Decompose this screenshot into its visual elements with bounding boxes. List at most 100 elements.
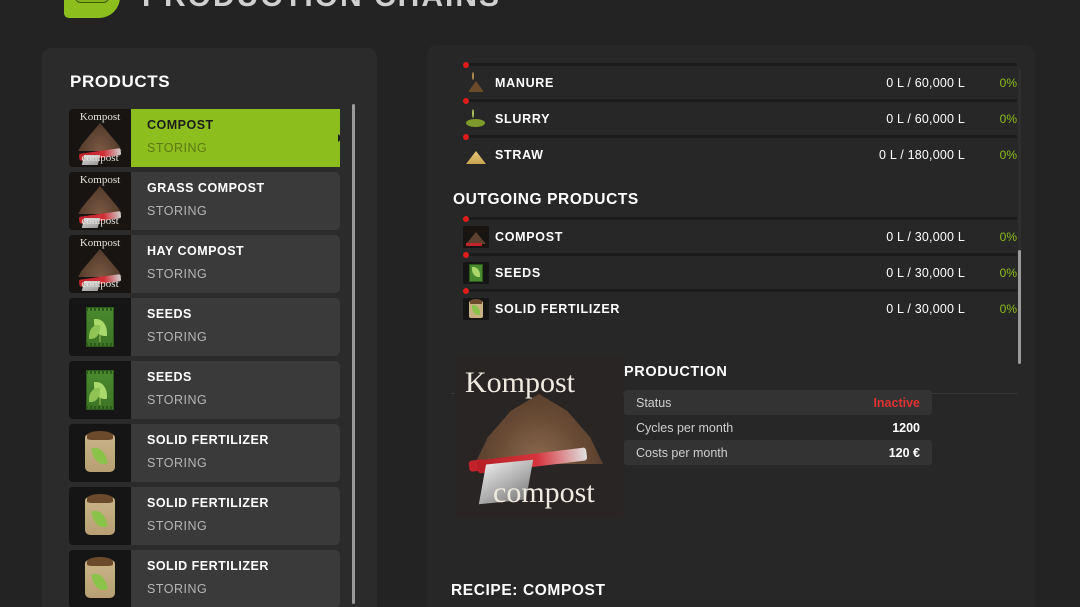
selected-arrow-icon [338, 134, 340, 142]
product-thumbnail: Kompostcompost [69, 172, 131, 230]
resource-amount: 0 L / 30,000 L [886, 230, 965, 244]
page-title: PRODUCTION CHAINS [142, 0, 501, 14]
resource-percent: 0% [983, 302, 1017, 316]
capacity-bar [463, 217, 1017, 220]
production-stat-value: 120 € [889, 446, 920, 460]
product-state: STORING [147, 456, 340, 470]
production-stat-label: Cycles per month [636, 421, 733, 435]
seeds-thumbnail-icon [69, 361, 131, 419]
resource-amount: 0 L / 180,000 L [879, 148, 965, 162]
recipe-title: RECIPE: COMPOST [451, 582, 606, 600]
fertilizer-thumbnail-icon [69, 550, 131, 607]
product-thumbnail: Kompostcompost [69, 109, 131, 167]
resource-name: SOLID FERTILIZER [495, 302, 620, 316]
capacity-marker-icon [463, 134, 469, 140]
production-stat-value: Inactive [873, 396, 920, 410]
product-name: GRASS COMPOST [147, 181, 340, 195]
details-panel-scrollbar[interactable] [1018, 68, 1021, 364]
product-list-item[interactable]: SOLID FERTILIZER STORING [69, 487, 340, 545]
incoming-products-list: MANURE0 L / 60,000 L0%SLURRY0 L / 60,000… [451, 63, 1017, 171]
resource-name: SLURRY [495, 112, 550, 126]
resource-amount: 0 L / 30,000 L [886, 266, 965, 280]
resource-row: STRAW0 L / 180,000 L0% [451, 135, 1017, 171]
product-state: STORING [147, 582, 340, 596]
products-list-scroll-thumb[interactable] [352, 104, 355, 604]
product-name: SOLID FERTILIZER [147, 433, 340, 447]
product-thumbnail: Kompostcompost [69, 235, 131, 293]
capacity-bar [463, 63, 1017, 66]
capacity-bar [463, 135, 1017, 138]
capacity-bar [463, 289, 1017, 292]
product-list-item[interactable]: SEEDSSTORING [69, 361, 340, 419]
product-name: SOLID FERTILIZER [147, 559, 340, 573]
product-preview-image: Kompost compost [455, 356, 623, 518]
manure-icon [463, 72, 489, 94]
production-info: PRODUCTION Status Inactive Cycles per mont… [624, 364, 932, 465]
product-state: STORING [147, 519, 340, 533]
resource-row: COMPOST 0 L / 30,000 L 0% [451, 217, 1017, 253]
resource-percent: 0% [983, 230, 1017, 244]
product-thumbnail [69, 361, 131, 419]
brand-logo-icon [64, 0, 120, 18]
product-name: COMPOST [147, 118, 340, 132]
fertilizer-thumbnail-icon [69, 487, 131, 545]
product-name: SOLID FERTILIZER [147, 496, 340, 510]
compost-icon [463, 226, 489, 248]
resource-row: SOLID FERTILIZER 0 L / 30,000 L 0% [451, 289, 1017, 325]
product-name: HAY COMPOST [147, 244, 340, 258]
seeds-icon [463, 262, 489, 284]
resource-row: SEEDS 0 L / 30,000 L 0% [451, 253, 1017, 289]
products-list-scrollbar[interactable] [352, 104, 355, 604]
resource-name: COMPOST [495, 230, 563, 244]
preview-brand-top: Kompost [465, 368, 575, 398]
resource-percent: 0% [983, 76, 1017, 90]
resource-percent: 0% [983, 266, 1017, 280]
products-list[interactable]: KompostcompostCOMPOSTSTORINGKompostcompo… [69, 109, 340, 607]
production-chains-screen: PRODUCTION CHAINS PRODUCTS Kompostcompos… [0, 0, 1080, 607]
compost-thumbnail-icon: Kompostcompost [69, 109, 131, 167]
product-list-item[interactable]: Kompostcompost HAY COMPOST STORING [69, 235, 340, 293]
product-thumbnail [69, 424, 131, 482]
resource-name: STRAW [495, 148, 544, 162]
product-list-item[interactable]: SOLID FERTILIZER STORING [69, 550, 340, 607]
capacity-marker-icon [463, 98, 469, 104]
details-panel: MANURE0 L / 60,000 L0%SLURRY0 L / 60,000… [427, 45, 1035, 607]
product-list-item[interactable]: KompostcompostCOMPOSTSTORING [69, 109, 340, 167]
production-stat-row: Costs per month 120 € [624, 440, 932, 465]
capacity-marker-icon [463, 216, 469, 222]
production-stat-value: 1200 [892, 421, 920, 435]
capacity-marker-icon [463, 288, 469, 294]
product-state: STORING [147, 330, 340, 344]
capacity-marker-icon [463, 62, 469, 68]
production-stat-label: Status [636, 396, 671, 410]
production-stat-row: Status Inactive [624, 390, 932, 415]
resource-percent: 0% [983, 112, 1017, 126]
resource-amount: 0 L / 60,000 L [886, 76, 965, 90]
compost-thumbnail-icon: Kompostcompost [69, 235, 131, 293]
production-stat-label: Costs per month [636, 446, 728, 460]
resource-name: SEEDS [495, 266, 541, 280]
product-state: STORING [147, 267, 340, 281]
solid-fertilizer-icon [463, 298, 489, 320]
product-list-item[interactable]: SEEDSSTORING [69, 298, 340, 356]
resource-name: MANURE [495, 76, 554, 90]
straw-icon [463, 144, 489, 166]
product-name: SEEDS [147, 370, 340, 384]
app-header: PRODUCTION CHAINS [0, 0, 501, 20]
capacity-bar [463, 99, 1017, 102]
capacity-marker-icon [463, 252, 469, 258]
production-title: PRODUCTION [624, 364, 932, 380]
slurry-icon [463, 108, 489, 130]
product-thumbnail [69, 487, 131, 545]
product-list-item[interactable]: SOLID FERTILIZER STORING [69, 424, 340, 482]
production-stat-row: Cycles per month 1200 [624, 415, 932, 440]
resource-row: SLURRY0 L / 60,000 L0% [451, 99, 1017, 135]
details-panel-scroll-thumb[interactable] [1018, 250, 1021, 364]
capacity-bar [463, 253, 1017, 256]
resource-amount: 0 L / 30,000 L [886, 302, 965, 316]
fertilizer-thumbnail-icon [69, 424, 131, 482]
outgoing-products-list: COMPOST 0 L / 30,000 L 0% SEEDS 0 L / 30,000… [451, 217, 1017, 325]
products-panel-title: PRODUCTS [70, 72, 170, 92]
compost-thumbnail-icon: Kompostcompost [69, 172, 131, 230]
product-list-item[interactable]: KompostcompostGRASS COMPOSTSTORING [69, 172, 340, 230]
